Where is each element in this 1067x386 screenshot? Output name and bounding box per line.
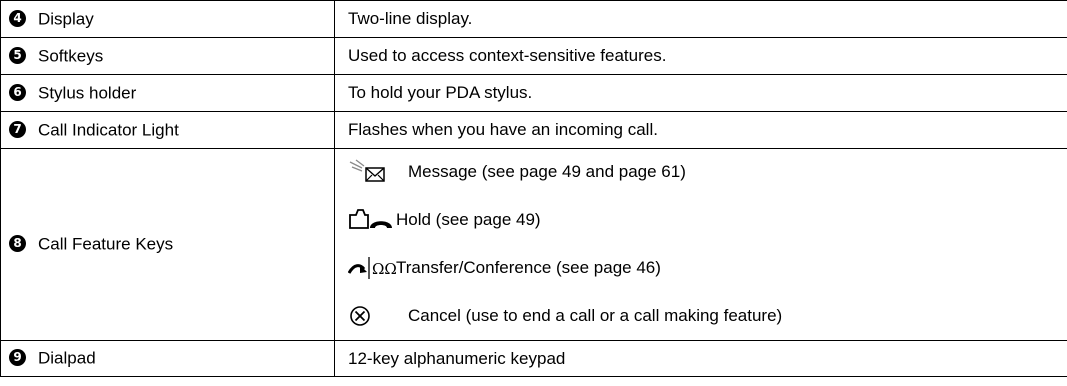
number-badge: 7 (9, 120, 26, 138)
transfer-conference-icon: ΩΩ (348, 254, 396, 282)
feature-description: To hold your PDA stylus. (334, 74, 1067, 112)
feature-name: Display (38, 9, 94, 29)
feature-name: Stylus holder (38, 83, 137, 103)
feature-name-cell: 6 Stylus holder (0, 74, 335, 112)
feature-key-text: Transfer/Conference (see page 46) (396, 257, 661, 277)
feature-description: Two-line display. (334, 0, 1067, 38)
hold-handset-icon (348, 206, 396, 234)
feature-description: Flashes when you have an incoming call. (334, 111, 1067, 149)
feature-name: Dialpad (38, 348, 96, 368)
number-badge: 6 (9, 83, 26, 101)
list-item: Hold (see page 49) (348, 204, 1067, 236)
feature-name-cell: 8 Call Feature Keys (0, 148, 335, 341)
number-badge: 9 (9, 349, 26, 367)
number-badge: 4 (9, 9, 26, 27)
list-item: Message (see page 49 and page 61) (348, 156, 1067, 188)
number-badge: 8 (9, 235, 26, 253)
table-row: 9 Dialpad 12-key alphanumeric keypad (0, 340, 1067, 377)
feature-name-cell: 7 Call Indicator Light (0, 111, 335, 149)
feature-key-text: Cancel (use to end a call or a call maki… (408, 305, 783, 325)
call-feature-keys-list: Message (see page 49 and page 61) Hold (… (348, 152, 1067, 338)
message-envelope-icon (348, 158, 408, 186)
feature-key-text: Message (see page 49 and page 61) (408, 161, 686, 181)
feature-name: Softkeys (38, 46, 104, 66)
call-feature-keys-list-cell: Message (see page 49 and page 61) Hold (… (334, 148, 1067, 341)
feature-description: 12-key alphanumeric keypad (334, 340, 1067, 377)
table-row: 4 Display Two-line display. (0, 0, 1067, 38)
feature-name: Call Indicator Light (38, 120, 179, 140)
table-row: 7 Call Indicator Light Flashes when you h… (0, 111, 1067, 149)
feature-table: 4 Display Two-line display. 5 Softkeys Use… (0, 0, 1067, 377)
svg-text:ΩΩ: ΩΩ (372, 260, 396, 278)
number-badge: 5 (9, 46, 26, 64)
feature-name-cell: 9 Dialpad (0, 340, 335, 377)
feature-name-cell: 5 Softkeys (0, 37, 335, 75)
cancel-x-icon (348, 302, 408, 330)
list-item: Cancel (use to end a call or a call maki… (348, 300, 1067, 332)
feature-description: Used to access context-sensitive feature… (334, 37, 1067, 75)
list-item: ΩΩ Transfer/Conference (see page 46) (348, 252, 1067, 284)
feature-name-cell: 4 Display (0, 0, 335, 38)
feature-key-text: Hold (see page 49) (396, 209, 541, 229)
feature-name: Call Feature Keys (38, 234, 174, 254)
table-row: 6 Stylus holder To hold your PDA stylus. (0, 74, 1067, 112)
table-row: 5 Softkeys Used to access context-sensiti… (0, 37, 1067, 75)
table-row: 8 Call Feature Keys Message (see page 49… (0, 148, 1067, 341)
